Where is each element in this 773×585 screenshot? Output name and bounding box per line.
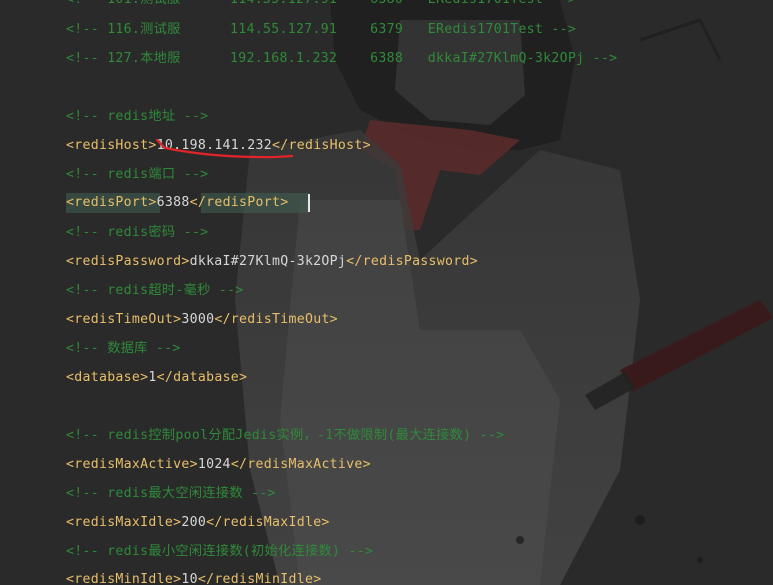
xml-tag: </redisPassword> (346, 254, 478, 269)
xml-value-database: 1 (148, 370, 157, 385)
code-comment[interactable]: <!-- redis控制pool分配Jedis实例，-1不做限制(最大连接数) … (66, 426, 504, 446)
code-comment[interactable]: <!-- 101.测试服 114.55.127.91 6380 ERedis17… (66, 0, 576, 10)
xml-tag: <database> (66, 370, 149, 385)
xml-tag: </redisMinIdle> (197, 572, 322, 585)
code-line-redis-host[interactable]: <redisHost>10.198.141.232</redisHost> (66, 136, 371, 156)
code-comment[interactable]: <!-- redis端口 --> (66, 165, 208, 185)
code-comment[interactable]: <!-- redis最小空闲连接数(初始化连接数) --> (66, 542, 373, 562)
xml-value-max-active: 1024 (197, 457, 231, 472)
code-line-redis-timeout[interactable]: <redisTimeOut>3000</redisTimeOut> (66, 310, 338, 330)
code-line-redis-port[interactable]: <redisPort>6388</redisPort> (66, 193, 288, 213)
code-line-redis-password[interactable]: <redisPassword>dkkaI#27KlmQ-3k2OPj</redi… (66, 252, 478, 272)
xml-tag: </database> (156, 370, 248, 385)
xml-tag: </redisMaxIdle> (206, 515, 330, 530)
code-comment[interactable]: <!-- 116.测试服 114.55.127.91 6379 ERedis17… (66, 20, 576, 40)
xml-tag: <redisMaxActive> (66, 457, 198, 472)
code-comment[interactable]: <!-- redis密码 --> (66, 223, 208, 243)
code-line-database[interactable]: <database>1</database> (66, 368, 247, 388)
xml-tag: <redisMinIdle> (66, 572, 182, 585)
xml-tag: <redisPassword> (66, 254, 190, 269)
xml-value-min-idle: 10 (181, 572, 198, 585)
code-comment[interactable]: <!-- redis超时-毫秒 --> (66, 281, 244, 301)
xml-value-host: 10.198.141.232 (156, 138, 272, 153)
code-editor[interactable]: <!-- 101.测试服 114.55.127.91 6380 ERedis17… (0, 0, 773, 585)
xml-value-password: dkkaI#27KlmQ-3k2OPj (189, 254, 347, 269)
xml-value-max-idle: 200 (181, 515, 207, 530)
code-comment[interactable]: <!-- 127.本地服 192.168.1.232 6388 dkkaI#27… (66, 49, 617, 69)
code-line-redis-max-idle[interactable]: <redisMaxIdle>200</redisMaxIdle> (66, 513, 330, 533)
xml-tag: </redisTimeOut> (214, 312, 338, 327)
xml-tag: <redisTimeOut> (66, 312, 182, 327)
xml-tag: <redisMaxIdle> (66, 515, 182, 530)
code-line-redis-min-idle[interactable]: <redisMinIdle>10</redisMinIdle> (66, 570, 321, 585)
code-comment[interactable]: <!-- redis地址 --> (66, 107, 208, 127)
code-line-redis-max-active[interactable]: <redisMaxActive>1024</redisMaxActive> (66, 455, 371, 475)
xml-tag: <redisPort> (66, 195, 157, 210)
xml-value-timeout: 3000 (181, 312, 215, 327)
text-caret (308, 194, 310, 212)
xml-tag: <redisHost> (66, 138, 157, 153)
xml-tag: </redisPort> (189, 195, 289, 210)
code-comment[interactable]: <!-- redis最大空闲连接数 --> (66, 484, 276, 504)
xml-tag: </redisHost> (272, 138, 371, 153)
xml-tag: </redisMaxActive> (230, 457, 371, 472)
code-comment[interactable]: <!-- 数据库 --> (66, 339, 181, 359)
xml-value-port: 6388 (156, 195, 190, 210)
